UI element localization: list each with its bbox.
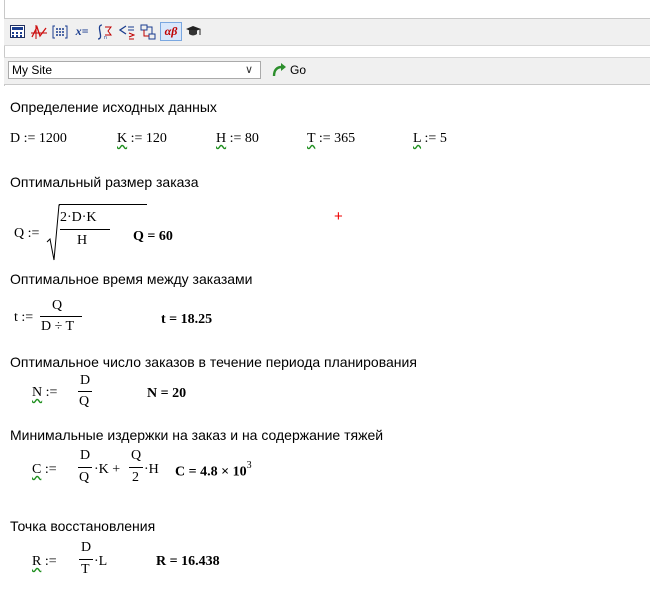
crosshair-cursor-icon: + [334,208,343,225]
section-title-number-of-orders: Оптимальное число заказов в течение пери… [10,354,417,370]
calculator-icon[interactable] [8,22,27,41]
section-title-input-data: Определение исходных данных [10,99,217,115]
calculus-icon[interactable]: n [95,22,114,41]
programming-icon[interactable] [138,22,157,41]
go-label: Go [290,63,307,77]
chevron-down-icon[interactable]: ∨ [245,62,253,78]
def-R[interactable]: R := D T ·L [32,540,152,582]
def-N[interactable]: N := D Q [32,373,122,413]
def-L[interactable]: L := 5 [413,131,447,147]
address-bar: My Site ∨ Go [4,57,650,85]
go-arrow-icon [272,63,286,77]
site-select[interactable]: My Site ∨ [8,61,261,79]
go-button[interactable]: Go [272,60,306,80]
result-N: N = 20 [147,386,187,401]
def-D[interactable]: D := 1200 [10,131,67,147]
matrix-icon[interactable] [50,22,69,41]
greek-icon[interactable]: αβ [160,22,182,41]
section-title-reorder-point: Точка восстановления [10,518,156,534]
result-C: C = 4.8 × 103 [175,460,252,480]
svg-text:n: n [104,35,107,40]
sqrt-icon [46,204,60,261]
boolean-icon[interactable] [117,22,136,41]
math-toolbar: x= n αβ [4,18,650,46]
result-Q: Q = 60 [133,229,173,244]
symbolic-icon[interactable] [184,22,203,41]
section-title-min-costs: Минимальные издержки на заказ и на содер… [10,427,384,443]
def-H[interactable]: H := 80 [216,131,259,147]
site-select-value: My Site [12,63,53,77]
def-T[interactable]: T := 365 [307,131,355,147]
def-t[interactable]: t := Q D ÷ T [14,298,134,338]
def-K[interactable]: K := 120 [117,131,167,147]
graph-icon[interactable] [29,22,48,41]
section-title-time-between-orders: Оптимальное время между заказами [10,271,253,287]
evaluation-icon[interactable]: x= [71,22,93,41]
section-title-order-size: Оптимальный размер заказа [10,174,199,190]
result-t: t = 18.25 [161,312,213,327]
result-R: R = 16.438 [156,554,220,569]
def-C[interactable]: C := D Q ·K + Q 2 ·H [32,448,192,490]
